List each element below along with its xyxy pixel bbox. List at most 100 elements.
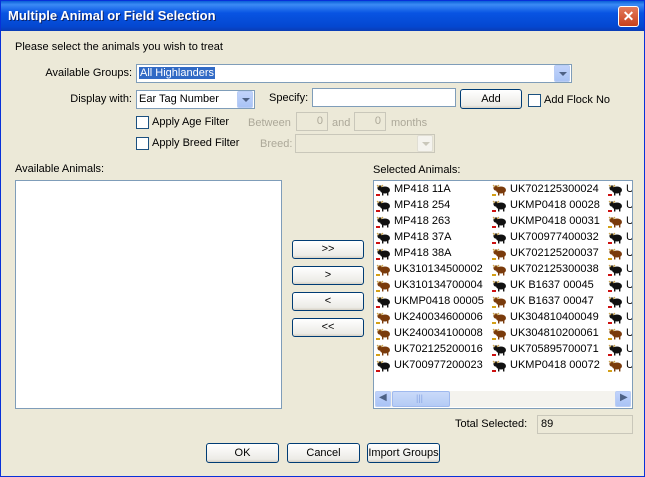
breed-filter-checkbox[interactable] (136, 137, 149, 150)
scroll-left-button[interactable]: ◀ (375, 391, 391, 407)
list-item[interactable]: UKMP0418 00005 (375, 294, 484, 309)
cow-icon (376, 200, 390, 212)
cancel-button[interactable]: Cancel (287, 443, 360, 463)
animal-tag: UK702125200016 (394, 343, 483, 355)
list-item[interactable]: UK B1637 00045 (491, 278, 594, 293)
list-item[interactable]: UK700977400032 (491, 230, 599, 245)
move-right-button[interactable]: > (292, 266, 364, 285)
total-selected-value: 89 (541, 418, 554, 430)
animal-tag: MP418 263 (394, 215, 451, 227)
animal-tag: UK702125300024 (510, 183, 599, 195)
animal-tag: MP418 38A (394, 247, 452, 259)
animal-tag: U (626, 295, 632, 307)
list-item[interactable]: UK304810400049 (491, 310, 599, 325)
bull-icon (492, 184, 506, 196)
available-animals-label: Available Animals: (15, 163, 105, 175)
list-item[interactable]: U (607, 342, 632, 357)
cow-icon (492, 216, 506, 228)
animal-tag: U (626, 231, 632, 243)
animal-tag: MP418 37A (394, 231, 452, 243)
list-item[interactable]: UK304810200061 (491, 326, 599, 341)
selected-animals-list[interactable]: MP418 11A MP418 254 MP418 263 MP418 37A MP41… (373, 180, 633, 409)
specify-input[interactable] (312, 88, 456, 107)
list-item[interactable]: UK702125200016 (375, 342, 483, 357)
list-item[interactable]: U (607, 358, 632, 373)
display-combo[interactable]: Ear Tag Number (136, 90, 255, 109)
list-item[interactable]: UK B1637 00047 (491, 294, 594, 309)
list-item[interactable]: UK702125300024 (491, 182, 599, 197)
close-button[interactable]: ✕ (618, 6, 639, 27)
display-label: Display with: (70, 93, 132, 105)
add-button[interactable]: Add (460, 89, 522, 109)
list-item[interactable]: MP418 37A (375, 230, 451, 245)
move-all-left-button[interactable]: << (292, 318, 364, 337)
list-item[interactable]: UK700977200023 (375, 358, 483, 373)
animal-tag: U (626, 311, 632, 323)
import-groups-button[interactable]: Import Groups (367, 443, 440, 463)
list-item[interactable]: UK240034100008 (375, 326, 483, 341)
animal-tag: U (626, 327, 632, 339)
cow-icon (492, 232, 506, 244)
age-to-input[interactable]: 0 (354, 112, 386, 131)
animal-tag: UKMP0418 00031 (510, 215, 600, 227)
list-item[interactable]: MP418 11A (375, 182, 451, 197)
move-left-button[interactable]: < (292, 292, 364, 311)
groups-combo[interactable]: All Highlanders (136, 64, 572, 83)
list-item[interactable]: UKMP0418 00028 (491, 198, 600, 213)
list-item[interactable]: U (607, 198, 632, 213)
list-item[interactable]: MP418 254 (375, 198, 450, 213)
bull-icon (492, 296, 506, 308)
list-item[interactable]: MP418 263 (375, 214, 450, 229)
scroll-right-button[interactable]: ▶ (615, 391, 631, 407)
cow-icon (376, 296, 390, 308)
animal-tag: U (626, 359, 632, 371)
list-item[interactable]: UKMP0418 00031 (491, 214, 600, 229)
list-item[interactable]: U (607, 182, 632, 197)
title-bar[interactable]: Multiple Animal or Field Selection ✕ (1, 1, 644, 31)
and-label: and (332, 117, 351, 129)
bull-icon (608, 248, 622, 260)
animal-tag: U (626, 199, 632, 211)
horizontal-scrollbar[interactable]: ◀ ||| ▶ (375, 391, 631, 407)
list-item[interactable]: U (607, 262, 632, 277)
list-item[interactable]: UK310134500002 (375, 262, 483, 277)
add-flock-checkbox[interactable] (528, 94, 541, 107)
animal-tag: UK310134700004 (394, 279, 483, 291)
bull-icon (376, 328, 390, 340)
animal-tag: U (626, 183, 632, 195)
list-item[interactable]: UKMP0418 00072 (491, 358, 600, 373)
animal-tag: UK B1637 00047 (510, 295, 594, 307)
age-from-input[interactable]: 0 (296, 112, 328, 131)
bull-icon (608, 216, 622, 228)
chevron-down-icon[interactable] (554, 65, 570, 82)
animal-tag: UK702125300038 (510, 263, 599, 275)
cow-icon (492, 200, 506, 212)
chevron-left-icon: ◀ (379, 392, 387, 403)
list-item[interactable]: U (607, 310, 632, 325)
dialog-window: Multiple Animal or Field Selection ✕ Ple… (0, 0, 645, 477)
list-item[interactable]: UK310134700004 (375, 278, 483, 293)
list-item[interactable]: U (607, 278, 632, 293)
breed-combo[interactable] (295, 134, 435, 153)
chevron-down-icon[interactable] (237, 91, 253, 108)
list-item[interactable]: UK240034600006 (375, 310, 483, 325)
age-filter-checkbox[interactable] (136, 116, 149, 129)
animal-tag: UK304810200061 (510, 327, 599, 339)
list-item[interactable]: MP418 38A (375, 246, 451, 261)
list-item[interactable]: UK702125200037 (491, 246, 599, 261)
list-item[interactable]: U (607, 214, 632, 229)
cow-icon (492, 280, 506, 292)
cow-icon (376, 248, 390, 260)
move-all-right-button[interactable]: >> (292, 240, 364, 259)
available-animals-list[interactable] (15, 180, 282, 409)
add-flock-label: Add Flock No (544, 94, 611, 106)
list-item[interactable]: U (607, 326, 632, 341)
ok-button[interactable]: OK (206, 443, 279, 463)
list-item[interactable]: U (607, 230, 632, 245)
chevron-down-icon[interactable] (417, 135, 433, 152)
scroll-thumb[interactable]: ||| (392, 391, 450, 407)
list-item[interactable]: UK705895700071 (491, 342, 599, 357)
list-item[interactable]: U (607, 246, 632, 261)
list-item[interactable]: U (607, 294, 632, 309)
list-item[interactable]: UK702125300038 (491, 262, 599, 277)
